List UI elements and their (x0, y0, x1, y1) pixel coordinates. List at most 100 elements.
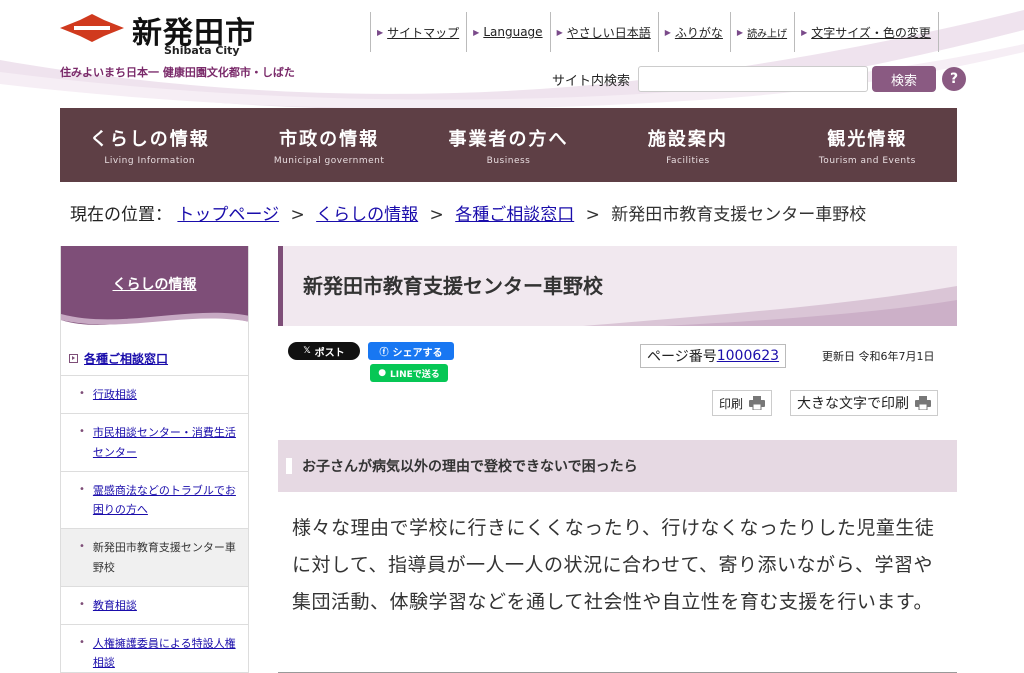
nav-label-en: Facilities (666, 155, 710, 166)
nav-label: 事業者の方へ (448, 128, 569, 150)
nav-label-en: Municipal government (273, 155, 385, 166)
sidebar-item-label[interactable]: 市民相談センター・消費生活センター (93, 423, 240, 462)
sidebar-category-link[interactable]: 各種ご相談窓口 (84, 350, 168, 367)
bullet-icon: • (79, 388, 85, 399)
breadcrumb-living[interactable]: くらしの情報 (316, 205, 418, 225)
nav-tourism[interactable]: 観光情報 Tourism and Events (778, 108, 957, 182)
facebook-logo-icon: ⓕ (379, 347, 389, 358)
arrow-right-icon: ▶ (473, 27, 480, 37)
nav-label: 観光情報 (827, 128, 908, 150)
nav-facilities[interactable]: 施設案内 Facilities (598, 108, 777, 182)
printer-icon (749, 396, 766, 410)
sidebar-heading: くらしの情報 (61, 246, 248, 336)
sidebar-item-label[interactable]: 霊感商法などのトラブルでお困りの方へ (93, 481, 240, 520)
print-label: 印刷 (719, 396, 744, 411)
x-post-label: ポスト (314, 347, 345, 359)
sidebar-item-education[interactable]: • 教育相談 (61, 587, 248, 625)
sidebar-category[interactable]: 各種ご相談窓口 (61, 350, 248, 376)
util-read-aloud[interactable]: ▶ 読み上げ (729, 12, 794, 52)
bullet-icon: • (79, 541, 85, 553)
util-read-aloud-link[interactable]: 読み上げ (747, 25, 787, 40)
print-large-button[interactable]: 大きな文字で印刷 (790, 390, 938, 416)
x-logo-icon: 𝕏 (303, 346, 311, 356)
bullet-icon: • (79, 637, 85, 648)
util-text-size-color-link[interactable]: 文字サイズ・色の変更 (811, 24, 931, 41)
arrow-right-icon: ▶ (801, 27, 808, 37)
breadcrumb: 現在の位置： トップページ > くらしの情報 > 各種ご相談窓口 > 新発田市教… (70, 200, 866, 225)
util-sitemap[interactable]: ▶ サイトマップ (370, 12, 466, 52)
nav-label-en: Living Information (104, 155, 196, 166)
nav-label: くらしの情報 (89, 128, 210, 150)
line-logo-icon: ● (378, 368, 387, 378)
bullet-icon: • (79, 426, 85, 438)
sidebar: くらしの情報 各種ご相談窓口 • 行政相談 • 市民相談センター・消費生活センター … (60, 246, 249, 673)
nav-business[interactable]: 事業者の方へ Business (419, 108, 598, 182)
bullet-icon: • (79, 483, 85, 495)
help-icon[interactable]: ? (942, 67, 967, 91)
line-share-label: LINEで送る (390, 369, 440, 380)
bullet-icon: • (79, 598, 85, 610)
breadcrumb-separator: > (585, 205, 600, 225)
nav-municipal[interactable]: 市政の情報 Municipal government (239, 108, 418, 182)
site-search: サイト内検索 検索 ? (552, 64, 967, 94)
section-heading-box: お子さんが病気以外の理由で登校できないで困ったら (278, 440, 957, 492)
nav-label: 施設案内 (647, 128, 728, 150)
breadcrumb-separator: > (290, 205, 305, 225)
util-sitemap-link[interactable]: サイトマップ (387, 24, 459, 41)
nav-label: 市政の情報 (279, 128, 380, 150)
search-label: サイト内検索 (552, 73, 631, 89)
sidebar-wave-decoration (61, 312, 248, 336)
util-easy-japanese[interactable]: ▶ やさしい日本語 (549, 12, 658, 52)
arrow-right-icon: ▶ (664, 27, 671, 37)
nav-label-en: Business (486, 155, 531, 166)
nav-living-info[interactable]: くらしの情報 Living Information (60, 108, 239, 182)
page-number-label: ページ番号 (647, 349, 717, 365)
arrow-right-icon: ▶ (556, 27, 563, 37)
search-input[interactable] (638, 66, 869, 92)
util-furigana-link[interactable]: ふりがな (675, 24, 723, 41)
print-button[interactable]: 印刷 (712, 390, 773, 416)
heading-bar-decoration (286, 458, 292, 474)
breadcrumb-top[interactable]: トップページ (177, 205, 279, 225)
facebook-share-label: シェアする (392, 347, 443, 359)
breadcrumb-current: 新発田市教育支援センター車野校 (611, 205, 867, 225)
sidebar-item-label: 新発田市教育支援センター車野校 (92, 541, 236, 574)
sidebar-item-label[interactable]: 人権擁護委員による特設人権相談 (93, 634, 240, 672)
arrow-right-icon: ▶ (377, 27, 384, 37)
util-easy-japanese-link[interactable]: やさしい日本語 (567, 24, 651, 41)
sidebar-heading-link[interactable]: くらしの情報 (113, 277, 197, 293)
site-name-en: Shibata City (164, 44, 240, 57)
breadcrumb-label: 現在の位置： (70, 205, 172, 225)
line-share-button[interactable]: ● LINEで送る (370, 364, 448, 382)
title-wave-decoration (583, 286, 957, 326)
section-heading: お子さんが病気以外の理由で登校できないで困ったら (302, 459, 638, 475)
sidebar-item-consumer[interactable]: • 市民相談センター・消費生活センター (61, 414, 248, 472)
print-large-label: 大きな文字で印刷 (797, 396, 909, 412)
page-title-box: 新発田市教育支援センター車野校 (278, 246, 957, 326)
main-content: 新発田市教育支援センター車野校 𝕏 ポスト ⓕ シェアする ● LINEで送る ページ… (278, 246, 957, 673)
sidebar-item-spiritual-fraud[interactable]: • 霊感商法などのトラブルでお困りの方へ (61, 472, 248, 530)
facebook-share-button[interactable]: ⓕ シェアする (368, 342, 454, 360)
sidebar-item-label[interactable]: 教育相談 (93, 596, 137, 615)
printer-icon (915, 396, 931, 410)
util-language[interactable]: ▶ Language (466, 12, 549, 52)
global-nav: くらしの情報 Living Information 市政の情報 Municipal … (60, 108, 957, 182)
search-button[interactable]: 検索 (872, 66, 937, 92)
util-language-link[interactable]: Language (483, 25, 542, 39)
util-text-size-color[interactable]: ▶ 文字サイズ・色の変更 (794, 12, 939, 52)
page-number-link[interactable]: 1000623 (717, 348, 779, 364)
sidebar-item-human-rights[interactable]: • 人権擁護委員による特設人権相談 (61, 625, 248, 672)
sidebar-item-administrative[interactable]: • 行政相談 (61, 376, 248, 415)
site-tagline: 住みよいまち日本一 健康田園文化都市・しばた (60, 66, 295, 79)
category-marker-icon (69, 354, 78, 363)
sidebar-item-current: • 新発田市教育支援センター車野校 (61, 529, 248, 587)
breadcrumb-consultation[interactable]: 各種ご相談窓口 (455, 205, 574, 225)
util-furigana[interactable]: ▶ ふりがな (657, 12, 730, 52)
x-post-button[interactable]: 𝕏 ポスト (288, 342, 360, 360)
body-paragraph: 様々な理由で学校に行きにくくなったり、行けなくなったりした児童生徒に対して、指導… (292, 517, 935, 614)
city-emblem-icon (60, 14, 124, 42)
arrow-right-icon: ▶ (736, 27, 744, 37)
nav-label-en: Tourism and Events (818, 155, 916, 166)
sidebar-item-label[interactable]: 行政相談 (93, 385, 137, 404)
utility-links: ▶ サイトマップ ▶ Language ▶ やさしい日本語 ▶ ふりがな ▶ 読み上げ ▶… (370, 12, 939, 52)
